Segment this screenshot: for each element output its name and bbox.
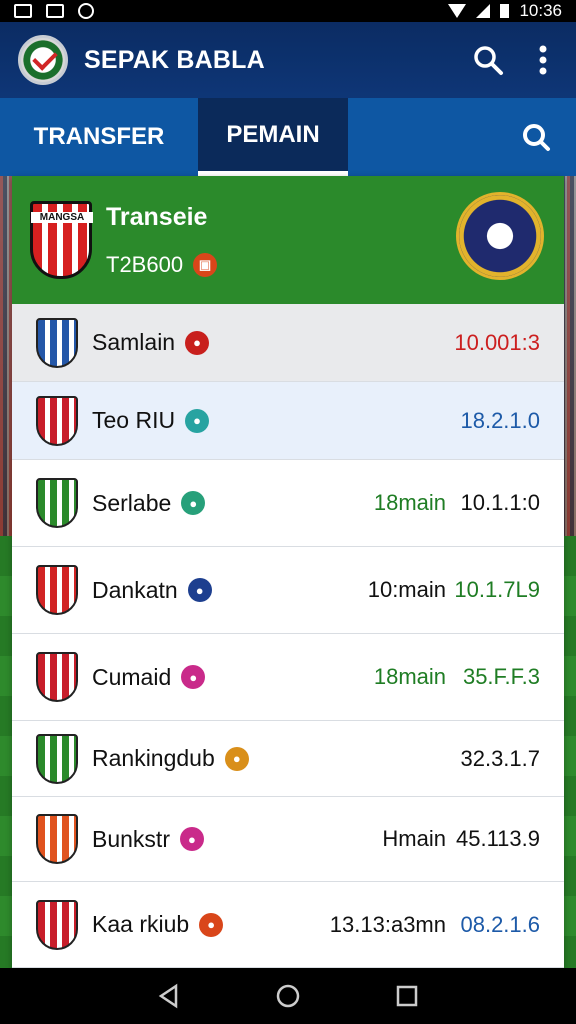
tab-search-button[interactable] <box>496 98 576 176</box>
player-name: Serlabe <box>92 489 172 516</box>
transfer-value: 32.3.1.7 <box>460 745 540 771</box>
club-crest-icon <box>36 733 78 784</box>
app-bar: SEPAK BABLA <box>0 22 576 98</box>
more-vert-icon <box>539 45 547 75</box>
signal-icon <box>476 4 491 18</box>
search-icon <box>474 46 503 75</box>
transfer-value: 18.2.1.0 <box>460 407 540 433</box>
player-name: Bunkstr <box>92 825 170 852</box>
battery-icon <box>500 4 510 18</box>
tv-icon: ▣ <box>193 252 218 277</box>
list-item[interactable]: Rankingdub ● 32.3.1.7 <box>12 721 564 797</box>
back-icon[interactable] <box>156 983 182 1009</box>
player-name: Samlain <box>92 329 176 355</box>
crest-label: MANGSA <box>31 212 93 223</box>
player-name: Teo RIU <box>92 407 176 433</box>
club-crest-icon <box>36 814 78 864</box>
club-crest-icon: MANGSA <box>30 201 93 279</box>
transfer-value: 10.001:3 <box>454 329 540 355</box>
player-status: 13.13:a3mn <box>329 911 446 937</box>
club-tag-icon: ● <box>185 330 210 355</box>
transfer-card: MANGSA Transeie T2B600 ▣ Samlain ● 10.001:… <box>12 176 564 968</box>
club-tag-icon: ● <box>181 665 206 689</box>
player-status: 10:main <box>367 577 446 602</box>
list-item[interactable]: Teo RIU ● 18.2.1.0 <box>12 382 564 460</box>
player-name: Kaa rkiub <box>92 911 190 937</box>
club-crest-icon <box>36 317 78 368</box>
club-tag-icon: ● <box>199 912 224 937</box>
list-item[interactable]: Kaa rkiub ● 13.13:a3mn 08.2.1.6 <box>12 882 564 968</box>
transfer-value: 35.F.F.3 <box>462 664 540 689</box>
settings-notification-icon <box>78 3 94 19</box>
navigation-bar <box>0 968 576 1024</box>
tab-pemain[interactable]: PEMAIN <box>198 98 348 176</box>
player-status: Hmain <box>382 826 446 851</box>
club-tag-icon: ● <box>179 827 204 851</box>
player-name: Dankatn <box>92 576 178 603</box>
club-crest-icon <box>36 478 78 528</box>
club-crest-icon <box>36 652 78 702</box>
status-time: 10:36 <box>519 1 562 20</box>
header-title: Transeie <box>106 202 208 231</box>
list-item[interactable]: Cumaid ● 18main 35.F.F.3 <box>12 634 564 721</box>
club-crest-icon <box>36 899 78 950</box>
recents-icon[interactable] <box>394 983 420 1009</box>
list-item[interactable]: Bunkstr ● Hmain 45.113.9 <box>12 797 564 882</box>
status-bar: 10:36 <box>0 0 576 22</box>
club-tag-icon: ● <box>187 578 212 602</box>
transfer-value: 10.1.1:0 <box>460 490 540 515</box>
club-tag-icon: ● <box>185 408 210 433</box>
header-subtitle: T2B600 <box>106 251 184 277</box>
player-name: Cumaid <box>92 663 172 690</box>
transfer-value: 45.113.9 <box>455 826 540 851</box>
search-button[interactable] <box>466 38 510 82</box>
image-notification-icon <box>46 4 64 18</box>
transfer-value: 10.1.7L9 <box>454 577 540 602</box>
tab-bar: TRANSFER PEMAIN <box>0 98 576 176</box>
player-list: Samlain ● 10.001:3 Teo RIU ● 18.2.1.0 Serlabe ●… <box>12 304 564 968</box>
tab-transfer[interactable]: TRANSFER <box>0 98 198 176</box>
app-logo <box>18 35 68 85</box>
notification-icon <box>14 4 32 18</box>
app-title: SEPAK BABLA <box>84 45 265 74</box>
transfer-value: 08.2.1.6 <box>460 911 540 937</box>
club-tag-icon: ● <box>181 491 206 515</box>
search-icon <box>523 124 550 151</box>
list-item[interactable]: Samlain ● 10.001:3 <box>12 304 564 382</box>
home-icon[interactable] <box>275 983 301 1009</box>
wifi-icon <box>448 4 467 18</box>
player-name: Rankingdub <box>92 745 215 771</box>
club-crest-icon <box>36 565 78 615</box>
player-status: 18main <box>373 664 446 689</box>
club-tag-icon: ● <box>224 746 249 771</box>
overflow-menu-button[interactable] <box>528 38 558 82</box>
player-status: 18main <box>373 490 446 515</box>
club-crest-icon <box>36 395 78 446</box>
league-badge-icon <box>456 192 544 280</box>
list-item[interactable]: Serlabe ● 18main 10.1.1:0 <box>12 460 564 547</box>
card-header[interactable]: MANGSA Transeie T2B600 ▣ <box>12 176 564 304</box>
list-item[interactable]: Dankatn ● 10:main 10.1.7L9 <box>12 547 564 634</box>
